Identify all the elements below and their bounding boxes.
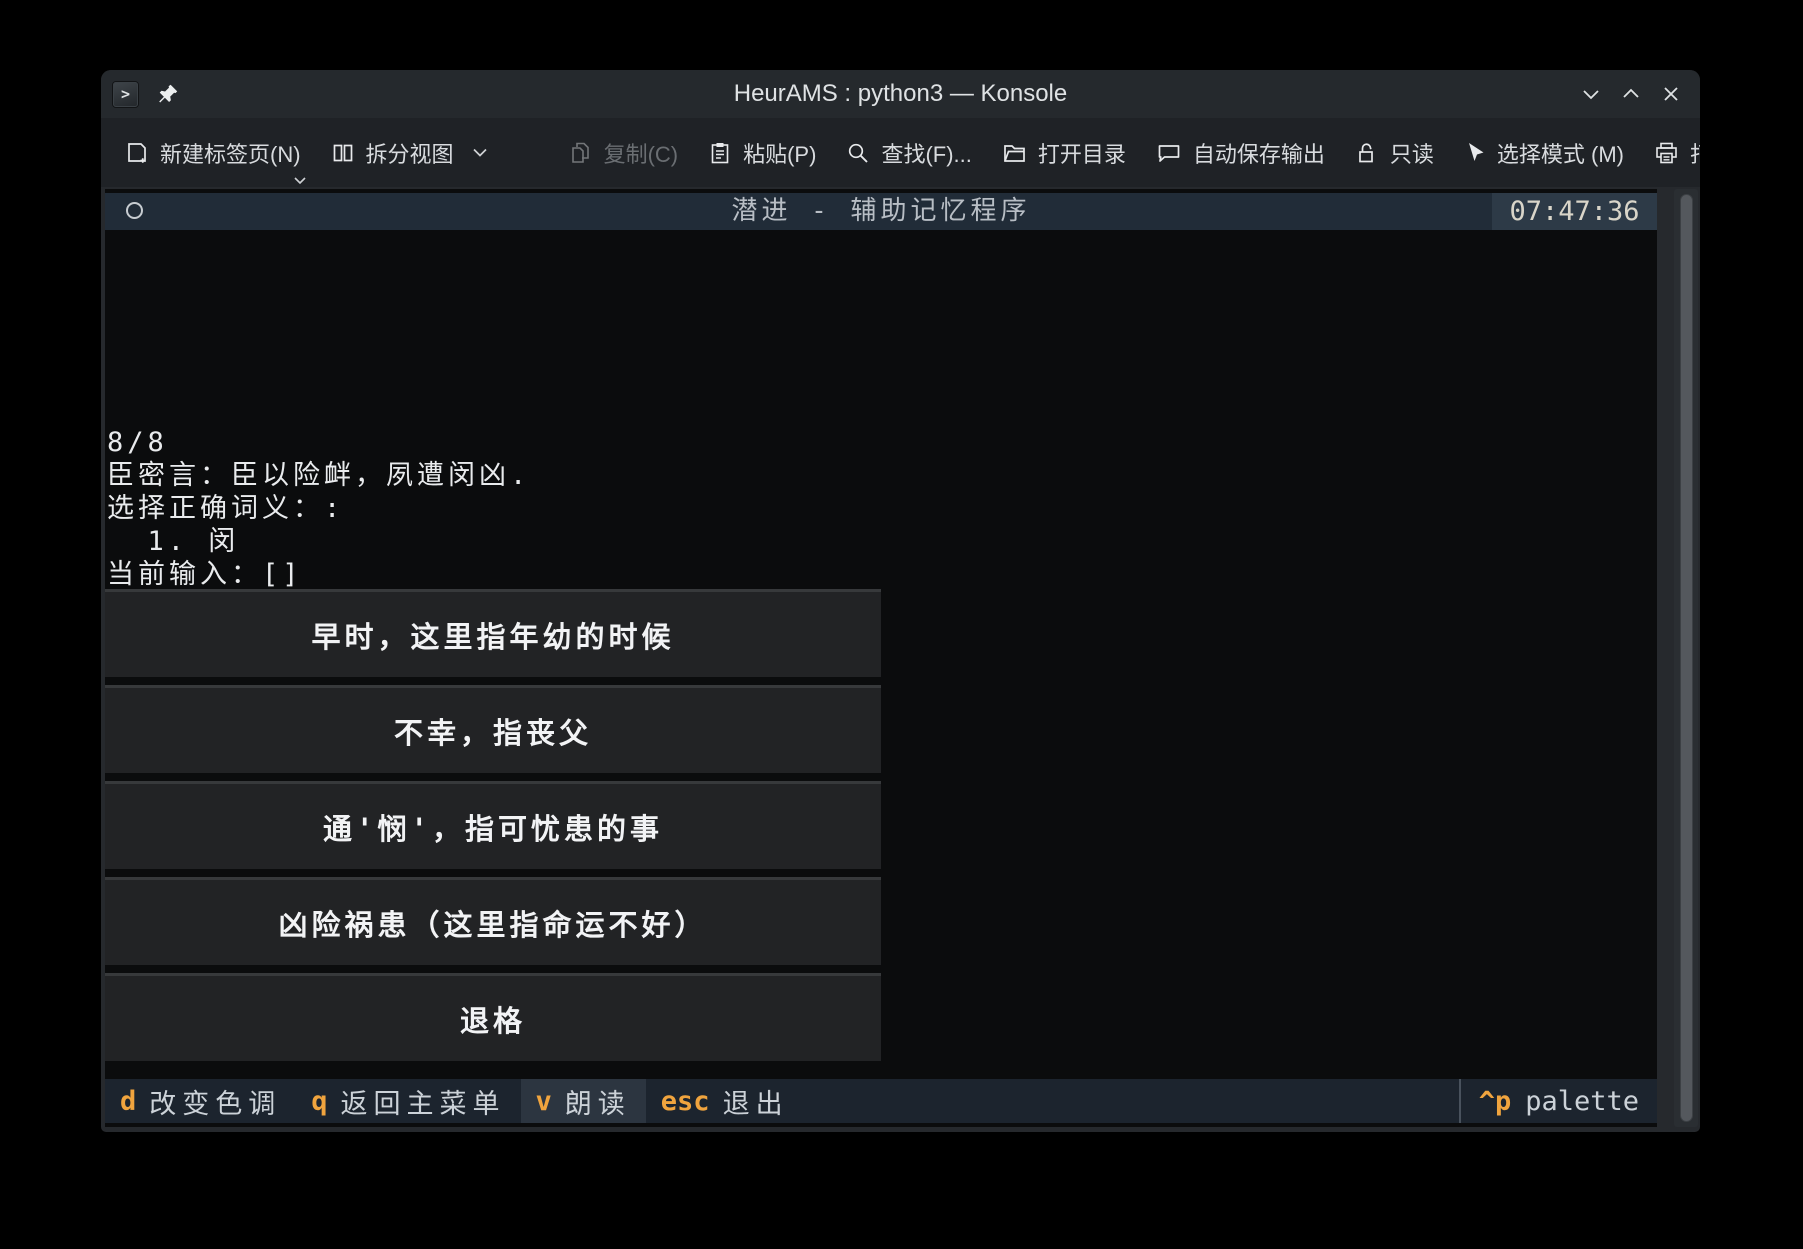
progress-line: 8/8 (107, 426, 530, 459)
key-hint: d (120, 1086, 136, 1117)
find-button[interactable]: 查找(F)... (846, 137, 971, 169)
footer-key-exit[interactable]: esc 退出 (646, 1079, 804, 1123)
select-mode-button[interactable]: 选择模式 (M) (1464, 137, 1624, 169)
split-view-caret-icon[interactable] (471, 147, 489, 158)
tui-header: 潜进 - 辅助记忆程序 07:47:36 (105, 193, 1657, 230)
print-button[interactable]: 打印 (1654, 137, 1700, 169)
split-view-icon (331, 141, 355, 165)
answer-option-1[interactable]: 早时，这里指年幼的时候 (105, 589, 881, 677)
footer-key-change-theme[interactable]: d 改变色调 (105, 1079, 296, 1123)
key-hint: q (311, 1086, 327, 1117)
auto-save-output-button[interactable]: 自动保存输出 (1156, 137, 1325, 169)
unlocked-padlock-icon (1355, 141, 1379, 165)
close-button[interactable] (1656, 79, 1686, 109)
paste-icon (708, 141, 732, 165)
key-hint: esc (661, 1086, 710, 1117)
copy-label: 复制(C) (604, 137, 679, 169)
key-action: 朗读 (565, 1082, 631, 1121)
footer-key-main-menu[interactable]: q 返回主菜单 (296, 1079, 520, 1123)
paste-button[interactable]: 粘贴(P) (708, 137, 816, 169)
chevron-down-icon (1580, 83, 1602, 105)
terminal-wrap: 潜进 - 辅助记忆程序 07:47:36 8/8 臣密言：臣以险衅，夙遭闵凶. … (101, 189, 1700, 1127)
cursor-arrow-icon (1464, 141, 1486, 165)
terminal-output: 8/8 臣密言：臣以险衅，夙遭闵凶. 选择正确词义：: 1. 闵 当前输入：[] (107, 426, 530, 591)
speech-bubble-icon (1156, 141, 1182, 165)
titlebar[interactable]: > HeurAMS : python3 — Konsole (101, 70, 1700, 118)
backspace-option[interactable]: 退格 (105, 973, 881, 1061)
answer-options: 早时，这里指年幼的时候 不幸，指丧父 通'悯'，指可忧患的事 凶险祸患（这里指命… (105, 581, 881, 1061)
answer-option-4[interactable]: 凶险祸患（这里指命运不好） (105, 877, 881, 965)
answer-option-3[interactable]: 通'悯'，指可忧患的事 (105, 781, 881, 869)
copy-button[interactable]: 复制(C) (569, 137, 679, 169)
open-directory-label: 打开目录 (1038, 137, 1126, 169)
open-directory-button[interactable]: 打开目录 (1002, 137, 1126, 169)
new-tab-button[interactable]: 新建标签页(N) (125, 137, 301, 169)
window-controls (1576, 79, 1686, 109)
key-action: palette (1525, 1086, 1639, 1117)
key-hint: ^p (1479, 1086, 1512, 1117)
window-title: HeurAMS : python3 — Konsole (101, 80, 1700, 108)
print-label: 打印 (1690, 137, 1700, 169)
find-label: 查找(F)... (881, 137, 971, 169)
chevron-up-icon (1620, 83, 1642, 105)
scrollbar-thumb[interactable] (1680, 194, 1693, 1122)
toolbar: 新建标签页(N) 拆分视图 复制(C) (101, 118, 1700, 187)
terminal-area[interactable]: 潜进 - 辅助记忆程序 07:47:36 8/8 臣密言：臣以险衅，夙遭闵凶. … (105, 189, 1657, 1127)
read-only-label: 只读 (1390, 137, 1434, 169)
key-action: 退出 (723, 1082, 789, 1121)
key-hint: v (536, 1086, 552, 1117)
tui-clock: 07:47:36 (1492, 193, 1657, 230)
new-tab-dropdown-caret-icon[interactable] (293, 176, 307, 185)
footer-key-read-aloud[interactable]: v 朗读 (521, 1079, 646, 1123)
tui-header-title: 潜进 - 辅助记忆程序 (105, 193, 1657, 230)
answer-option-2[interactable]: 不幸，指丧父 (105, 685, 881, 773)
split-view-label: 拆分视图 (366, 137, 454, 169)
screen: > HeurAMS : python3 — Konsole (0, 0, 1803, 1249)
search-icon (846, 141, 870, 165)
paste-label: 粘贴(P) (743, 137, 816, 169)
sentence-line: 臣密言：臣以险衅，夙遭闵凶. (107, 459, 530, 492)
new-tab-label: 新建标签页(N) (160, 137, 301, 169)
folder-icon (1002, 141, 1027, 165)
copy-icon (569, 141, 593, 165)
konsole-window: > HeurAMS : python3 — Konsole (101, 70, 1700, 1132)
select-mode-label: 选择模式 (M) (1497, 137, 1624, 169)
printer-icon (1654, 141, 1679, 165)
question-item-line: 1. 闵 (107, 525, 530, 558)
maximize-button[interactable] (1616, 79, 1646, 109)
app-icon[interactable]: > (112, 81, 139, 108)
footer-key-palette[interactable]: ^p palette (1459, 1079, 1657, 1123)
read-only-button[interactable]: 只读 (1355, 137, 1434, 169)
key-action: 返回主菜单 (341, 1082, 506, 1121)
new-tab-icon (125, 141, 149, 165)
prompt-line: 选择正确词义：: (107, 492, 530, 525)
key-action: 改变色调 (149, 1082, 281, 1121)
pin-icon[interactable] (157, 83, 179, 105)
tui-footer: d 改变色调 q 返回主菜单 v 朗读 esc 退出 (105, 1079, 1657, 1123)
auto-save-output-label: 自动保存输出 (1193, 137, 1325, 169)
app-icon-glyph: > (121, 85, 130, 103)
split-view-button[interactable]: 拆分视图 (331, 137, 489, 169)
minimize-button[interactable] (1576, 79, 1606, 109)
close-icon (1660, 83, 1682, 105)
